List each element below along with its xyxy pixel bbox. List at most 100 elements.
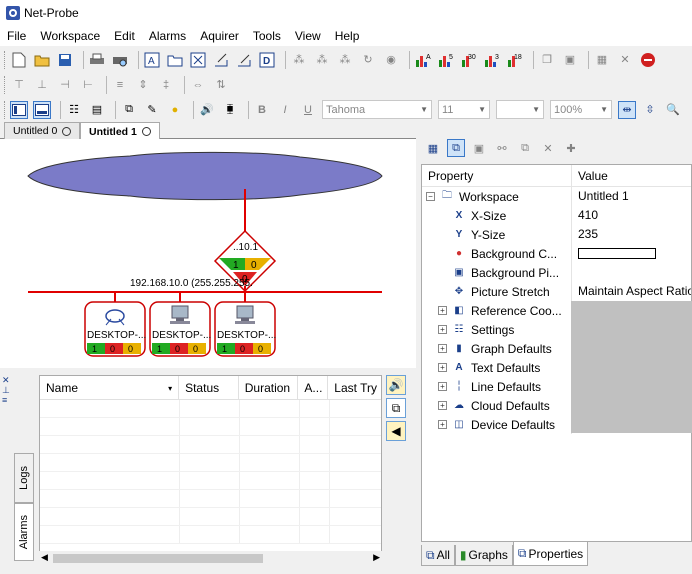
space-vertical-icon[interactable]: ⇅: [212, 76, 230, 94]
alarm-mute-icon[interactable]: ◀: [386, 421, 406, 441]
cloud-shape[interactable]: [27, 151, 383, 201]
property-value[interactable]: Maintain Aspect Ratio: [572, 282, 691, 301]
expand-icon[interactable]: +: [438, 306, 447, 315]
property-row[interactable]: ▣ Background Pi...: [422, 263, 691, 282]
property-value[interactable]: [572, 244, 691, 263]
new-file-icon[interactable]: [10, 51, 28, 69]
alarm-tree-icon[interactable]: ⧉: [386, 398, 406, 418]
add-child-icon[interactable]: ⧉: [516, 139, 534, 157]
device-node[interactable]: DESKTOP-... 1 0 0: [149, 301, 211, 357]
add-icon[interactable]: ✚: [562, 139, 580, 157]
font-size-select[interactable]: 11 ▼: [438, 100, 490, 119]
property-row[interactable]: ● Background C...: [422, 244, 691, 263]
property-row[interactable]: − 🗀 Workspace Untitled 1: [422, 187, 691, 206]
topology-icon[interactable]: ⁂: [336, 51, 354, 69]
open-folder-icon[interactable]: [33, 51, 51, 69]
network-canvas[interactable]: ..10.1 1 0 0 192.168.10.0 (255.255.255. …: [0, 139, 416, 368]
tree-view-icon[interactable]: ⧉: [447, 139, 465, 157]
column-duration[interactable]: Duration: [239, 376, 299, 400]
horizontal-scrollbar[interactable]: ◀ ▶: [39, 551, 382, 566]
fit-width-icon[interactable]: ⇹: [618, 100, 636, 119]
property-value[interactable]: [572, 263, 691, 282]
font-family-select[interactable]: Tahoma ▼: [322, 100, 432, 119]
export-icon[interactable]: [212, 51, 230, 69]
property-row[interactable]: X X-Size 410: [422, 206, 691, 225]
align-top-icon[interactable]: ⊤: [10, 76, 28, 94]
print-preview-icon[interactable]: [111, 51, 129, 69]
menu-file[interactable]: File: [0, 26, 33, 46]
distribute-center-icon[interactable]: ‡: [157, 76, 175, 94]
scroll-thumb[interactable]: [53, 554, 263, 563]
remove-icon[interactable]: ✕: [539, 139, 557, 157]
paste-icon[interactable]: ▣: [561, 51, 579, 69]
property-value[interactable]: 410: [572, 206, 691, 225]
graph-5-icon[interactable]: 5: [437, 51, 455, 69]
add-text-icon[interactable]: A: [143, 51, 161, 69]
network-icon[interactable]: ⧉: [120, 101, 138, 119]
space-horizontal-icon[interactable]: ⇔: [189, 76, 207, 94]
view-panel-icon[interactable]: [10, 100, 28, 119]
column-a[interactable]: A...: [298, 376, 329, 400]
property-row[interactable]: ✥ Picture Stretch Maintain Aspect Ratio: [422, 282, 691, 301]
column-status[interactable]: Status: [179, 376, 239, 400]
alarm-speaker-icon[interactable]: 🔊: [198, 101, 216, 119]
alarm-list-icon[interactable]: ⧯: [221, 101, 239, 119]
menu-alarms[interactable]: Alarms: [142, 26, 193, 46]
align-middle-icon[interactable]: ≡: [111, 76, 129, 94]
collapse-icon[interactable]: −: [426, 192, 435, 201]
distribute-vertical-icon[interactable]: ⇕: [134, 76, 152, 94]
tab-all[interactable]: ⧉ All: [421, 545, 455, 566]
copy-icon[interactable]: ❐: [538, 51, 556, 69]
zoom-select[interactable]: 100% ▼: [550, 100, 612, 119]
align-left-icon[interactable]: ⊣: [56, 76, 74, 94]
graph-30-icon[interactable]: 30: [460, 51, 478, 69]
tab-logs[interactable]: Logs: [14, 453, 34, 503]
property-value[interactable]: Untitled 1: [572, 187, 691, 206]
graph-3-icon[interactable]: 3: [483, 51, 501, 69]
toolbar-grip[interactable]: [4, 50, 7, 69]
export-properties-icon[interactable]: ▣: [470, 139, 488, 157]
print-icon[interactable]: [88, 51, 106, 69]
menu-workspace[interactable]: Workspace: [33, 26, 107, 46]
save-icon[interactable]: [56, 51, 74, 69]
tab-graphs[interactable]: ▮ Graphs: [454, 545, 513, 566]
tab-alarms[interactable]: Alarms: [14, 503, 34, 561]
graph-18-icon[interactable]: 18: [506, 51, 524, 69]
notes-icon[interactable]: ▤: [88, 101, 106, 119]
device-node[interactable]: DESKTOP-... 1 0 0: [214, 301, 276, 357]
scroll-left-icon[interactable]: ◀: [41, 552, 48, 563]
align-right-icon[interactable]: ⊢: [79, 76, 97, 94]
italic-button[interactable]: I: [276, 101, 294, 119]
scroll-right-icon[interactable]: ▶: [373, 552, 380, 563]
add-folder-icon[interactable]: [166, 51, 184, 69]
property-value[interactable]: 235: [572, 225, 691, 244]
lightbulb-icon[interactable]: ●: [166, 101, 184, 119]
expand-icon[interactable]: +: [438, 420, 447, 429]
expand-icon[interactable]: +: [438, 363, 447, 372]
import-icon[interactable]: [235, 51, 253, 69]
delete-box-icon[interactable]: [189, 51, 207, 69]
color-swatch[interactable]: [578, 248, 656, 260]
zoom-icon[interactable]: 🔍: [664, 101, 682, 119]
properties-list-icon[interactable]: ☷: [65, 101, 83, 119]
expand-icon[interactable]: +: [438, 382, 447, 391]
align-bottom-icon[interactable]: ⊥: [33, 76, 51, 94]
tab-properties[interactable]: ⧉ Properties: [512, 542, 589, 566]
tab-untitled-0[interactable]: Untitled 0: [4, 122, 81, 139]
column-name[interactable]: Name ▾: [40, 376, 180, 400]
grid-icon[interactable]: ▦: [593, 51, 611, 69]
menu-tools[interactable]: Tools: [246, 26, 288, 46]
menu-view[interactable]: View: [288, 26, 328, 46]
alarms-grid[interactable]: Name ▾ Status Duration A... Last Try: [39, 375, 382, 552]
bold-button[interactable]: B: [253, 101, 271, 119]
link-icon[interactable]: ⚯: [493, 139, 511, 157]
tab-untitled-1[interactable]: Untitled 1: [80, 122, 160, 140]
document-icon[interactable]: D: [258, 51, 276, 69]
network-tree-icon[interactable]: ⁂: [290, 51, 308, 69]
expand-icon[interactable]: +: [438, 401, 447, 410]
view-bottom-icon[interactable]: [33, 100, 51, 119]
expand-icon[interactable]: +: [438, 325, 447, 334]
refresh-icon[interactable]: ↻: [359, 51, 377, 69]
device-node[interactable]: DESKTOP-... 1 0 0: [84, 301, 146, 357]
toolbar-grip[interactable]: [4, 100, 7, 119]
